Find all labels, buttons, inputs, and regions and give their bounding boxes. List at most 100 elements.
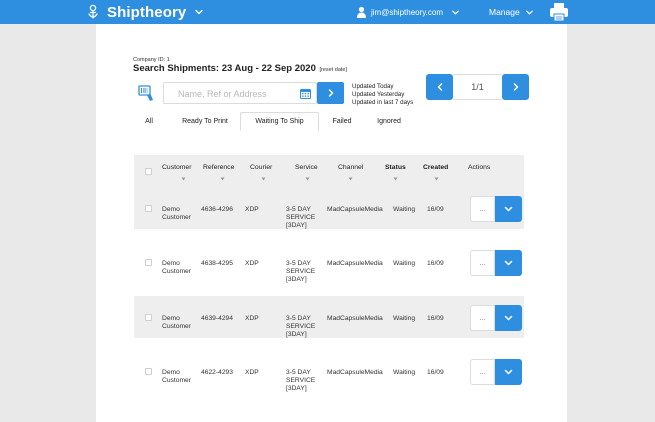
courier-cell: XDP [245, 369, 259, 376]
sort-icon[interactable] [220, 177, 225, 181]
service-cell: 3-5 DAY SERVICE [3DAY] [286, 315, 316, 338]
tab-ignored[interactable]: Ignored [368, 112, 410, 131]
tab-all[interactable]: All [134, 112, 164, 131]
page-title: Search Shipments: 23 Aug - 22 Sep 2020 [… [133, 63, 347, 74]
reference-cell[interactable]: 4638-4295 [201, 260, 233, 268]
status-cell: Waiting [393, 260, 416, 267]
actions-dropdown-button[interactable] [495, 359, 522, 385]
filter-updated-yesterday[interactable]: Updated Yesterday [352, 91, 413, 99]
column-header-service[interactable]: Service [295, 164, 318, 171]
sort-icon[interactable] [181, 177, 186, 181]
filter-updated-today[interactable]: Updated Today [352, 83, 413, 91]
column-header-courier[interactable]: Courier [250, 164, 272, 171]
column-header-status[interactable]: Status [385, 164, 406, 171]
manage-menu[interactable]: Manage [489, 4, 534, 20]
barcode-scanner-icon[interactable] [138, 83, 154, 103]
channel-cell: MadCapsuleMedia [327, 369, 383, 376]
courier-cell: XDP [245, 315, 259, 322]
table-row[interactable]: Demo Customer 4639-4294 XDP 3-5 DAY SERVIC… [134, 296, 524, 338]
search-input[interactable] [178, 86, 296, 101]
sort-icon[interactable] [393, 177, 398, 181]
column-header-channel[interactable]: Channel [338, 164, 363, 171]
created-cell: 16/09 [427, 369, 444, 376]
more-actions-button[interactable]: ... [470, 196, 495, 222]
top-nav-bar: Shiptheory jim@shiptheory.com Manage [0, 0, 655, 24]
next-page-button[interactable] [502, 74, 529, 100]
search-button[interactable] [317, 82, 344, 104]
created-cell: 16/09 [427, 206, 444, 213]
printer-icon[interactable] [548, 1, 570, 23]
customer-cell: Demo Customer [162, 260, 191, 275]
created-cell: 16/09 [427, 260, 444, 267]
column-header-actions: Actions [468, 164, 491, 171]
column-header-customer[interactable]: Customer [162, 164, 191, 171]
chevron-left-icon [437, 83, 442, 91]
brand-name: Shiptheory [107, 3, 187, 21]
column-header-created[interactable]: Created [423, 164, 448, 171]
actions-dropdown-button[interactable] [495, 196, 522, 222]
tab-ready-to-print[interactable]: Ready To Print [170, 112, 240, 131]
reference-cell[interactable]: 4639-4294 [201, 315, 233, 323]
courier-cell: XDP [245, 206, 259, 213]
status-cell: Waiting [393, 206, 416, 213]
user-email: jim@shiptheory.com [371, 7, 443, 17]
page-counter: 1/1 [453, 74, 502, 100]
reference-cell[interactable]: 4636-4296 [201, 206, 233, 214]
service-cell: 3-5 DAY SERVICE [3DAY] [286, 260, 316, 283]
sort-icon[interactable] [434, 177, 439, 181]
chevron-down-icon [504, 260, 513, 266]
previous-page-button[interactable] [426, 74, 453, 100]
table-row[interactable]: Demo Customer 4636-4296 XDP 3-5 DAY SERVIC… [134, 187, 524, 229]
chevron-down-icon [504, 206, 513, 212]
quick-date-filters: Updated Today Updated Yesterday Updated … [352, 83, 413, 107]
row-checkbox[interactable] [145, 259, 152, 266]
sort-icon[interactable] [305, 177, 310, 181]
manage-label: Manage [489, 7, 520, 17]
customer-cell: Demo Customer [162, 206, 191, 221]
chevron-down-icon [504, 369, 513, 375]
service-cell: 3-5 DAY SERVICE [3DAY] [286, 369, 316, 392]
column-header-reference[interactable]: Reference [203, 164, 234, 171]
filter-updated-last-7-days[interactable]: Updated in last 7 days [352, 99, 413, 107]
status-tabs: All Ready To Print Waiting To Ship Faile… [134, 112, 524, 131]
row-checkbox[interactable] [145, 314, 152, 321]
tab-waiting-to-ship[interactable]: Waiting To Ship [240, 112, 319, 131]
search-field [163, 82, 317, 104]
channel-cell: MadCapsuleMedia [327, 206, 383, 213]
courier-cell: XDP [245, 260, 259, 267]
table-header: Customer Reference Courier Service Chann… [134, 155, 524, 189]
created-cell: 16/09 [427, 315, 444, 322]
chevron-right-icon [328, 89, 333, 97]
chevron-down-icon [195, 9, 204, 15]
actions-dropdown-button[interactable] [495, 305, 522, 331]
status-cell: Waiting [393, 315, 416, 322]
more-actions-button[interactable]: ... [470, 250, 495, 276]
select-all-checkbox[interactable] [145, 168, 152, 175]
sort-icon[interactable] [348, 177, 353, 181]
service-cell: 3-5 DAY SERVICE [3DAY] [286, 206, 316, 229]
channel-cell: MadCapsuleMedia [327, 260, 383, 267]
actions-dropdown-button[interactable] [495, 250, 522, 276]
user-menu[interactable]: jim@shiptheory.com [356, 4, 460, 20]
channel-cell: MadCapsuleMedia [327, 315, 383, 322]
row-checkbox[interactable] [145, 368, 152, 375]
brand-menu[interactable]: Shiptheory [86, 2, 204, 22]
sort-icon[interactable] [261, 177, 266, 181]
reset-date-link[interactable]: [reset date] [320, 67, 348, 73]
customer-cell: Demo Customer [162, 315, 191, 330]
chevron-down-icon [452, 10, 459, 14]
user-icon [357, 6, 366, 18]
customer-cell: Demo Customer [162, 369, 191, 384]
row-checkbox[interactable] [145, 205, 152, 212]
tab-failed[interactable]: Failed [323, 112, 361, 131]
reference-cell[interactable]: 4622-4293 [201, 369, 233, 377]
page-title-text: Search Shipments: 23 Aug - 22 Sep 2020 [133, 63, 316, 74]
calendar-icon[interactable] [300, 88, 311, 99]
logo-icon [88, 4, 98, 19]
table-row[interactable]: Demo Customer 4622-4293 XDP 3-5 DAY SERVIC… [134, 350, 524, 392]
more-actions-button[interactable]: ... [470, 359, 495, 385]
chevron-down-icon [504, 315, 513, 321]
more-actions-button[interactable]: ... [470, 305, 495, 331]
table-row[interactable]: Demo Customer 4638-4295 XDP 3-5 DAY SERVIC… [134, 241, 524, 283]
chevron-down-icon [525, 10, 533, 14]
